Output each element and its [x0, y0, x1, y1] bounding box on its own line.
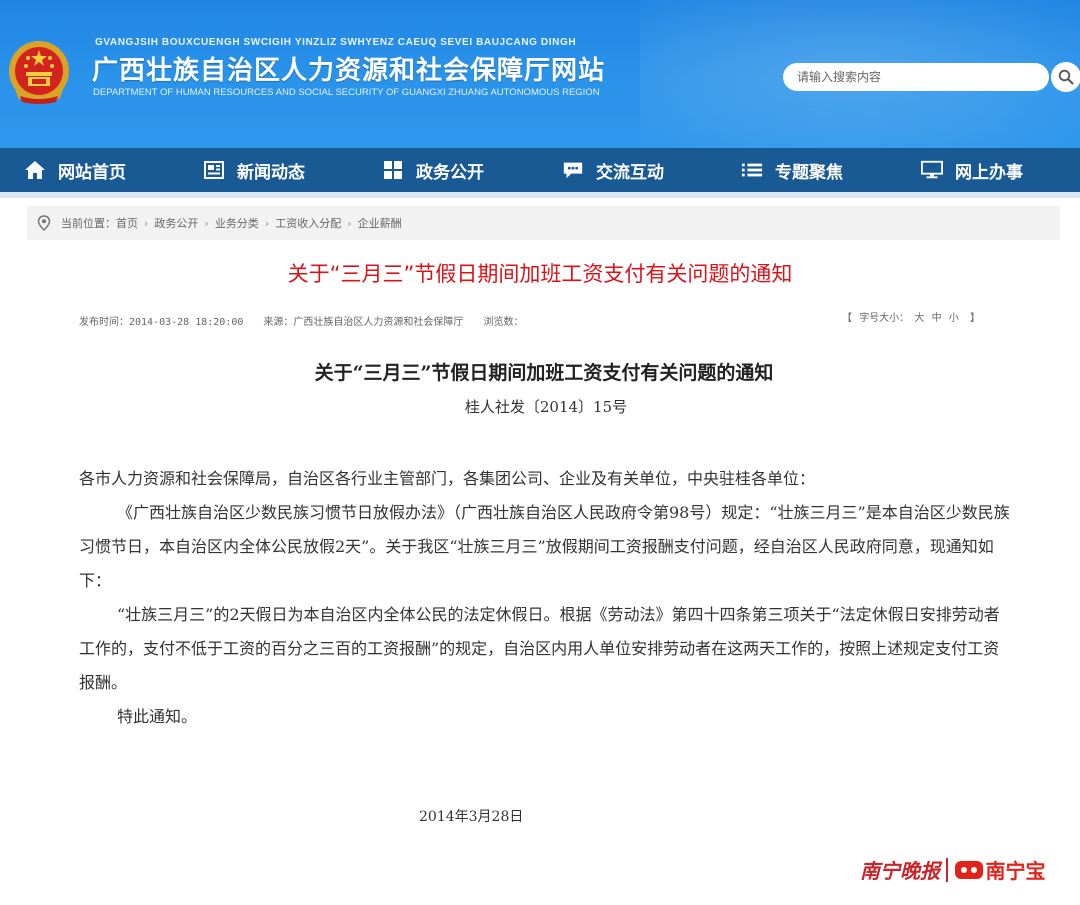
watermark-divider [946, 857, 948, 882]
article-source: 来源：广西壮族自治区人力资源和社会保障厅 [263, 317, 464, 328]
nav-item-topics[interactable]: 专题聚焦 [741, 148, 843, 192]
nav-item-label: 网上办事 [955, 162, 1023, 183]
nav-item-government[interactable]: 政务公开 [382, 148, 484, 192]
site-title[interactable]: 广西壮族自治区人力资源和社会保障厅网站 [92, 50, 605, 87]
breadcrumb-separator: › [347, 216, 352, 230]
nav-item-interaction[interactable]: 交流互动 [562, 148, 664, 192]
watermark-nanningbao: 南宁宝 [985, 859, 1046, 883]
watermark: 南宁晚报 南宁宝 [860, 855, 1046, 884]
monitor-icon [921, 159, 943, 181]
breadcrumb-separator: › [264, 216, 270, 230]
breadcrumb-item-government[interactable]: 政务公开 [154, 215, 198, 231]
document-addressee: 各市人力资源和社会保障局，自治区各行业主管部门，各集团公司、企业及有关单位，中央… [79, 469, 816, 488]
breadcrumb-item-salary[interactable]: 企业薪酬 [358, 215, 402, 231]
font-size-close-bracket: 】 [969, 313, 980, 324]
breadcrumb-prefix: 当前位置： [61, 217, 116, 230]
search-icon [1058, 69, 1074, 85]
grid-icon [382, 159, 404, 181]
article-title: 关于“三月三”节假日期间加班工资支付有关问题的通知 [287, 262, 793, 286]
site-header: GVANGJSIH BOUXCUENGH SWCIGIH YINZLIZ SWH… [0, 0, 1080, 148]
watermark-nanning-evening-news: 南宁晚报 [860, 859, 940, 883]
nanningbao-logo-icon [954, 860, 983, 879]
nav-item-label: 交流互动 [596, 162, 664, 183]
document-closing: 特此通知。 [117, 707, 198, 726]
breadcrumb-item-category[interactable]: 业务分类 [215, 215, 259, 231]
document-title: 关于“三月三”节假日期间加班工资支付有关问题的通知 [314, 362, 774, 384]
nav-item-label: 专题聚焦 [775, 162, 843, 183]
document-paragraph: 《广西壮族自治区少数民族习惯节日放假办法》（广西壮族自治区人民政府令第98号）规… [79, 503, 1010, 590]
site-english-title: DEPARTMENT OF HUMAN RESOURCES AND SOCIAL… [93, 87, 600, 98]
font-size-label: 字号大小： [859, 313, 910, 324]
font-size-medium-button[interactable]: 中 [932, 313, 942, 324]
search-button[interactable] [1051, 62, 1080, 92]
article-meta: 发布时间：2014-03-28 18:20:00 来源：广西壮族自治区人力资源和… [79, 313, 537, 328]
document-body: 各市人力资源和社会保障局，自治区各行业主管部门，各集团公司、企业及有关单位，中央… [79, 462, 1014, 734]
nav-item-news[interactable]: 新闻动态 [203, 148, 305, 192]
main-nav: 网站首页 新闻动态 政务公开 交流互动 专题聚焦 网上办事 [0, 148, 1080, 192]
search-input[interactable] [783, 63, 1049, 91]
document-number: 桂人社发〔2014〕15号 [464, 398, 628, 416]
breadcrumb: 当前位置： 首页 › 政务公开 › 业务分类 › 工资收入分配 › 企业薪酬 [27, 206, 1060, 240]
view-count: 浏览数： [483, 317, 524, 328]
breadcrumb-separator: › [204, 216, 209, 230]
national-emblem-icon [9, 41, 69, 104]
font-size-large-button[interactable]: 大 [914, 313, 924, 324]
nav-item-label: 网站首页 [58, 162, 126, 183]
publish-time: 发布时间：2014-03-28 18:20:00 [79, 317, 244, 328]
newspaper-icon [203, 159, 225, 181]
breadcrumb-item-wages[interactable]: 工资收入分配 [275, 215, 341, 231]
site-pinyin-title: GVANGJSIH BOUXCUENGH SWCIGIH YINZLIZ SWH… [95, 37, 577, 48]
location-pin-icon [37, 215, 51, 231]
font-size-control: 【 字号大小： 大 中 小 】 [842, 309, 980, 324]
chat-icon [562, 159, 584, 181]
home-icon [24, 159, 46, 181]
font-size-open-bracket: 【 [842, 313, 852, 324]
font-size-small-button[interactable]: 小 [949, 313, 959, 324]
list-icon [741, 159, 763, 181]
nav-item-label: 新闻动态 [237, 162, 305, 183]
nav-underline [0, 192, 1080, 198]
document-date: 2014年3月28日 [419, 809, 524, 825]
nav-item-label: 政务公开 [416, 162, 484, 183]
breadcrumb-item-home[interactable]: 首页 [116, 215, 138, 231]
nav-item-home[interactable]: 网站首页 [24, 148, 126, 192]
nav-item-online-services[interactable]: 网上办事 [921, 148, 1023, 192]
document-paragraph: “壮族三月三”的2天假日为本自治区内全体公民的法定休假日。根据《劳动法》第四十四… [79, 605, 1000, 692]
breadcrumb-separator: › [144, 216, 149, 230]
